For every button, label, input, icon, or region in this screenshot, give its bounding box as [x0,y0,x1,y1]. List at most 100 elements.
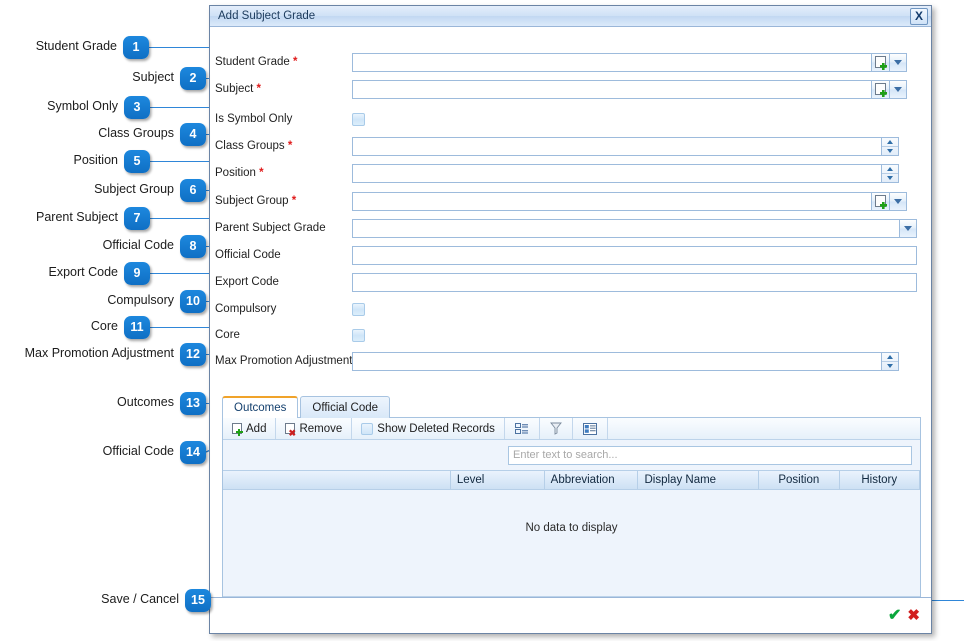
add-button[interactable]: Add [223,418,276,439]
subject-group-new-icon[interactable] [872,192,890,211]
tabstrip: Outcomes Official Code [222,396,921,418]
max-promotion-adjustment-stepper[interactable] [882,352,899,371]
callout-badge: 3 [124,96,150,119]
page-plus-icon [875,83,886,95]
card-view-icon[interactable] [505,418,540,439]
callout-badge: 13 [180,392,206,415]
field-control [352,80,907,99]
tab-label: Outcomes [234,402,286,414]
max-promotion-adjustment-input[interactable] [352,352,882,371]
callout-leader [150,161,215,162]
chevron-down-icon [894,199,902,204]
grid-column-header[interactable] [223,471,451,489]
subject-group-dropdown-icon[interactable] [890,192,907,211]
chevron-down-icon [904,226,912,231]
callout-badge: 12 [180,343,206,366]
form-row: Subject * [210,79,931,99]
stepper-up-icon[interactable] [882,353,898,361]
grid-column-header[interactable]: Abbreviation [545,471,639,489]
stepper-up-icon[interactable] [882,138,898,146]
callout-badge: 15 [185,589,211,612]
class-groups-input[interactable] [352,137,882,156]
add-icon [232,423,242,434]
student-grade-dropdown-icon[interactable] [890,53,907,72]
required-marker: * [289,195,297,207]
stepper-down-icon[interactable] [882,361,898,370]
grid-column-header[interactable]: History [840,471,920,489]
callout-label: Max Promotion Adjustment [25,346,174,360]
student-grade-new-icon[interactable] [872,53,890,72]
field-label: Export Code [210,276,352,288]
page-plus-icon [875,56,886,68]
callout-label: Student Grade [36,39,117,53]
official-code-input[interactable] [352,246,917,265]
class-groups-stepper[interactable] [882,137,899,156]
grid-header-row: Level Abbreviation Display Name Position His… [223,470,920,490]
subject-input[interactable] [352,80,872,99]
student-grade-input[interactable] [352,53,872,72]
tab-official-code[interactable]: Official Code [300,396,390,418]
remove-button[interactable]: Remove [276,418,352,439]
callout-label: Subject [132,70,174,84]
column-header-label: Level [457,474,485,486]
filter-funnel-icon[interactable] [540,418,573,439]
show-deleted-records-toggle[interactable]: Show Deleted Records [352,418,505,439]
callout-badge: 4 [180,123,206,146]
callout-label: Official Code [103,444,174,458]
callout-label: Compulsory [107,293,174,307]
is-symbol-only-checkbox[interactable] [352,113,365,126]
parent-subject-grade-dropdown-icon[interactable] [900,219,917,238]
position-input[interactable] [352,164,882,183]
grid-search-row [223,440,920,470]
column-header-label: History [861,474,897,486]
field-label: Subject Group * [210,195,352,207]
parent-subject-grade-input[interactable] [352,219,900,238]
callout-label: Export Code [49,265,118,279]
grid-column-header[interactable]: Position [759,471,839,489]
tab-outcomes[interactable]: Outcomes [222,396,298,418]
compulsory-checkbox[interactable] [352,303,365,316]
field-label: Student Grade * [210,56,352,68]
callout-label: Parent Subject [36,210,118,224]
add-button-label: Add [246,423,266,435]
add-subject-grade-dialog: Add Subject Grade X Student Grade * Subje… [209,5,932,634]
dialog-titlebar: Add Subject Grade X [210,6,931,27]
callout-badge: 9 [124,262,150,285]
form-row: Max Promotion Adjustment [210,351,931,371]
show-deleted-records-label: Show Deleted Records [377,423,495,435]
callout-label: Outcomes [117,395,174,409]
dialog-title: Add Subject Grade [218,10,910,22]
save-button[interactable]: ✔ [888,608,901,624]
form-row: Official Code [210,245,931,265]
detail-view-icon[interactable] [573,418,608,439]
chevron-down-icon [894,60,902,65]
stepper-down-icon[interactable] [882,173,898,182]
search-input[interactable] [508,446,912,465]
close-icon[interactable]: X [910,8,928,25]
stepper-up-icon[interactable] [882,165,898,173]
chevron-down-icon [887,176,893,180]
column-header-label: Display Name [644,474,716,486]
grid-column-header[interactable]: Level [451,471,545,489]
cancel-button[interactable]: ✖ [907,608,920,623]
stepper-down-icon[interactable] [882,146,898,155]
remove-button-label: Remove [299,423,342,435]
remove-icon [285,423,295,434]
grid-column-header[interactable]: Display Name [638,471,759,489]
subject-new-icon[interactable] [872,80,890,99]
callout-leader [149,47,215,48]
chevron-up-icon [887,140,893,144]
position-stepper[interactable] [882,164,899,183]
callout-badge: 8 [180,235,206,258]
subject-dropdown-icon[interactable] [890,80,907,99]
callout-leader [150,218,215,219]
subject-group-input[interactable] [352,192,872,211]
form-row: Class Groups * [210,136,931,156]
field-label: Compulsory [210,303,352,315]
form-row: Core [210,325,931,345]
export-code-input[interactable] [352,273,917,292]
core-checkbox[interactable] [352,329,365,342]
column-header-label: Position [778,474,819,486]
field-label: Subject * [210,83,352,95]
detail-view-glyph [583,423,597,435]
